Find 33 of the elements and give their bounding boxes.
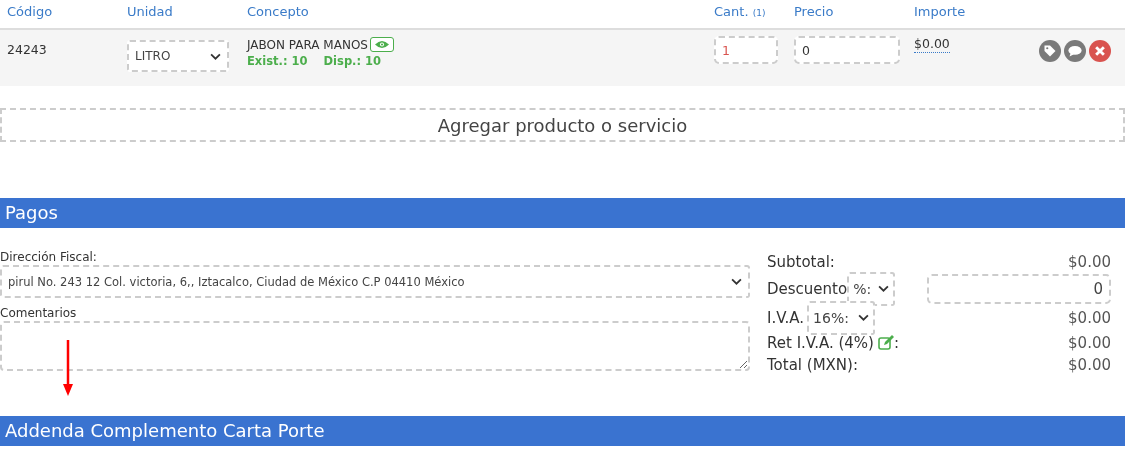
total-value: $0.00: [1068, 334, 1111, 352]
rate-select[interactable]: %:: [847, 271, 896, 306]
available-label: Disp.: 10: [323, 54, 382, 68]
rate-select[interactable]: 16%:: [807, 300, 876, 335]
table-cell-text: 24243: [6, 41, 48, 57]
discount-field[interactable]: 0: [927, 273, 1111, 304]
field-label: Comentarios: [0, 306, 78, 320]
add-product-button[interactable]: Agregar producto o servicio: [0, 108, 1125, 142]
unit-select[interactable]: LITRO: [127, 40, 229, 72]
column-header: Cant. (1): [713, 3, 767, 19]
column-header: Importe: [913, 3, 967, 19]
section-header: Addenda Complemento Carta Porte: [0, 416, 1125, 446]
stock-label: Exist.: 10: [247, 54, 308, 68]
total-label: Subtotal:: [767, 253, 835, 271]
column-header: Precio: [793, 3, 835, 19]
total-value: $0.00: [1068, 253, 1111, 271]
total-value: $0.00: [1068, 356, 1111, 374]
product-name: JABON PARA MANOS: [247, 37, 368, 52]
address-select[interactable]: pirul No. 243 12 Col. victoria, 6,, Iztacalco, Ciudad de México C.P 04410 México: [0, 265, 750, 298]
total-label: Total (MXN):: [767, 356, 858, 374]
colon-text: :: [893, 334, 899, 352]
column-header: Concepto: [246, 3, 310, 19]
total-label: I.V.A.: [767, 308, 805, 327]
section-header: Pagos: [0, 198, 1125, 228]
price-field[interactable]: 0: [794, 36, 900, 64]
quantity-field[interactable]: 1: [714, 36, 778, 64]
total-value: $0.00: [1068, 308, 1111, 327]
amount-link[interactable]: $0.00: [914, 36, 950, 53]
total-label: Ret I.V.A. (4%): [767, 334, 874, 352]
column-header: Unidad: [126, 3, 174, 19]
column-header: Código: [6, 3, 54, 19]
field-label: Dirección Fiscal:: [0, 250, 98, 264]
total-label: Descuento: [767, 279, 848, 298]
